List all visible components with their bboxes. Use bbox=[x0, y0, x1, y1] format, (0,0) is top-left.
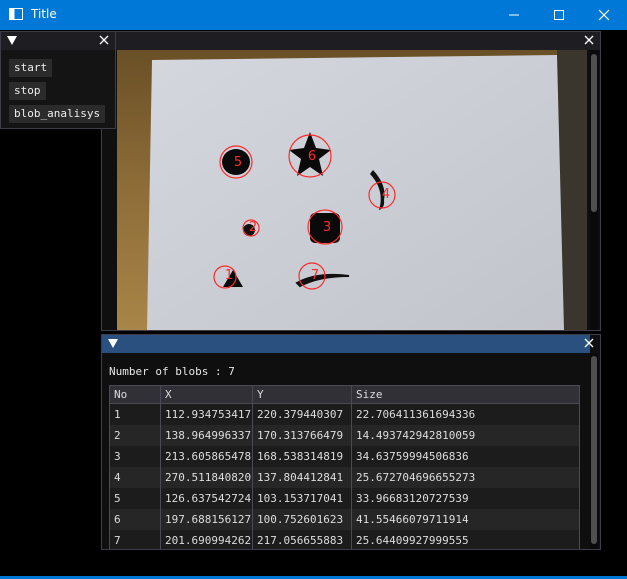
table-cell: 2 bbox=[109, 424, 161, 446]
results-window-header[interactable] bbox=[102, 335, 590, 353]
table-cell: 41.55466079711914 bbox=[351, 508, 580, 530]
table-cell: 220.379440307 bbox=[252, 403, 352, 425]
blob-label: 6 bbox=[308, 149, 316, 164]
table-row: 7 201.690994262 217.056655883 25.6440992799… bbox=[109, 529, 580, 549]
column-header-no[interactable]: No bbox=[109, 385, 161, 404]
collapse-arrow-icon[interactable] bbox=[108, 339, 118, 348]
minimize-button[interactable] bbox=[491, 0, 537, 30]
control-window: start stop blob_analisys bbox=[0, 31, 116, 129]
table-row: 3 213.605865478 168.538314819 34.6375999450… bbox=[109, 445, 580, 467]
image-view-window: 5 6 4 2 3 1 7 bbox=[101, 31, 601, 331]
blob-label: 2 bbox=[249, 220, 257, 235]
blob-analysis-button[interactable]: blob_analisys bbox=[9, 105, 106, 123]
table-cell: 33.96683120727539 bbox=[351, 487, 580, 509]
scrollbar-thumb[interactable] bbox=[591, 356, 597, 544]
table-cell: 14.493742942810059 bbox=[351, 424, 580, 446]
table-cell: 3 bbox=[109, 445, 161, 467]
column-header-x[interactable]: X bbox=[160, 385, 253, 404]
column-header-y[interactable]: Y bbox=[252, 385, 352, 404]
camera-image: 5 6 4 2 3 1 7 bbox=[117, 50, 587, 330]
scrollbar-thumb[interactable] bbox=[591, 54, 597, 212]
blob-label: 1 bbox=[225, 268, 233, 283]
table-row: 2 138.964996337 170.313766479 14.4937429428… bbox=[109, 424, 580, 446]
table-cell: 201.690994262 bbox=[160, 529, 253, 549]
table-header-row: No X Y Size bbox=[109, 385, 580, 404]
close-icon bbox=[584, 35, 594, 45]
window-title: Title bbox=[31, 7, 57, 21]
blob-label: 5 bbox=[234, 155, 242, 170]
table-cell: 103.153717041 bbox=[252, 487, 352, 509]
control-window-close-button[interactable] bbox=[98, 34, 110, 46]
image-view-header[interactable] bbox=[102, 32, 600, 50]
table-cell: 100.752601623 bbox=[252, 508, 352, 530]
table-cell: 168.538314819 bbox=[252, 445, 352, 467]
app-window-icon bbox=[9, 8, 23, 20]
results-window: Number of blobs : 7 No X Y Size 1 112.934… bbox=[101, 334, 601, 550]
table-cell: 138.964996337 bbox=[160, 424, 253, 446]
table-cell: 4 bbox=[109, 466, 161, 488]
blob-label: 3 bbox=[323, 220, 331, 235]
blob-table: No X Y Size 1 112.934753417 220.379440307 2… bbox=[109, 385, 580, 549]
table-row: 6 197.688156127 100.752601623 41.5546607971… bbox=[109, 508, 580, 530]
table-cell: 217.056655883 bbox=[252, 529, 352, 549]
blob-count-text: Number of blobs : 7 bbox=[109, 365, 235, 378]
results-window-close-button[interactable] bbox=[583, 337, 595, 349]
column-header-size[interactable]: Size bbox=[351, 385, 580, 404]
minimize-icon bbox=[509, 14, 519, 16]
table-cell: 137.804412841 bbox=[252, 466, 352, 488]
blob-label: 7 bbox=[311, 268, 319, 283]
table-cell: 197.688156127 bbox=[160, 508, 253, 530]
table-cell: 22.706411361694336 bbox=[351, 403, 580, 425]
table-cell: 34.63759994506836 bbox=[351, 445, 580, 467]
table-cell: 5 bbox=[109, 487, 161, 509]
table-cell: 112.934753417 bbox=[160, 403, 253, 425]
table-row: 5 126.637542724 103.153717041 33.9668312072… bbox=[109, 487, 580, 509]
collapse-arrow-icon[interactable] bbox=[7, 36, 17, 45]
image-view-close-button[interactable] bbox=[583, 34, 595, 46]
image-view-scrollbar[interactable] bbox=[590, 50, 598, 330]
table-row: 1 112.934753417 220.379440307 22.7064113616… bbox=[109, 403, 580, 425]
results-scrollbar[interactable] bbox=[590, 353, 598, 549]
stop-button[interactable]: stop bbox=[9, 82, 46, 100]
table-cell: 25.64409927999555 bbox=[351, 529, 580, 549]
close-icon bbox=[99, 35, 109, 45]
control-window-header[interactable] bbox=[1, 32, 115, 50]
close-icon bbox=[584, 338, 594, 348]
blob-label: 4 bbox=[382, 187, 390, 202]
table-cell: 170.313766479 bbox=[252, 424, 352, 446]
close-window-button[interactable] bbox=[581, 0, 627, 30]
start-button[interactable]: start bbox=[9, 59, 53, 77]
table-cell: 126.637542724 bbox=[160, 487, 253, 509]
maximize-icon bbox=[554, 10, 564, 20]
table-cell: 6 bbox=[109, 508, 161, 530]
table-cell: 25.672704696655273 bbox=[351, 466, 580, 488]
table-cell: 270.511840820 bbox=[160, 466, 253, 488]
table-row: 4 270.511840820 137.804412841 25.6727046966… bbox=[109, 466, 580, 488]
table-cell: 213.605865478 bbox=[160, 445, 253, 467]
maximize-button[interactable] bbox=[536, 0, 582, 30]
table-cell: 1 bbox=[109, 403, 161, 425]
close-icon bbox=[598, 9, 610, 21]
window-titlebar[interactable]: Title bbox=[0, 0, 627, 30]
table-cell: 7 bbox=[109, 529, 161, 549]
